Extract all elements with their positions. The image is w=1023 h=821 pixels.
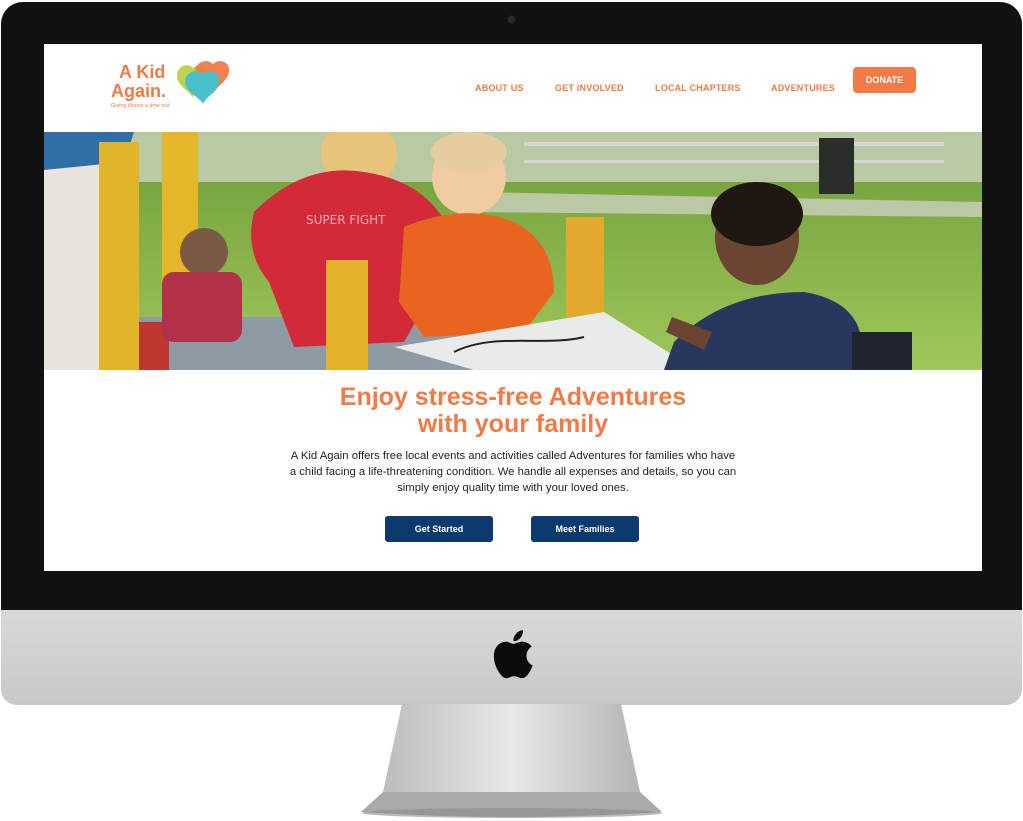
nav-about-us[interactable]: ABOUT US	[475, 72, 524, 104]
main-nav: ABOUT US GET INVOLVED LOCAL CHAPTERS ADV…	[44, 72, 982, 104]
nav-local-chapters[interactable]: LOCAL CHAPTERS	[655, 72, 741, 104]
nav-adventures[interactable]: ADVENTURES	[771, 72, 835, 104]
website-screen: A Kid Again. Giving illness a time out A…	[44, 44, 982, 571]
meet-families-button[interactable]: Meet Families	[531, 516, 639, 542]
page-headline: Enjoy stress-free Adventures with your f…	[44, 384, 982, 438]
headline-line1: Enjoy stress-free Adventures	[339, 383, 687, 411]
site-header: A Kid Again. Giving illness a time out A…	[44, 44, 982, 132]
svg-text:SUPER FIGHT: SUPER FIGHT	[306, 213, 386, 227]
get-started-button[interactable]: Get Started	[385, 516, 493, 542]
nav-get-involved[interactable]: GET INVOLVED	[555, 72, 624, 104]
camera-icon	[508, 16, 515, 23]
headline-line2: with your family	[417, 410, 609, 438]
intro-paragraph: A Kid Again offers free local events and…	[289, 450, 737, 494]
hero-image: SUPER FIGHT	[44, 132, 982, 370]
monitor-stand	[361, 704, 662, 818]
apple-logo-icon	[493, 630, 533, 679]
donate-button[interactable]: DONATE	[853, 67, 916, 93]
